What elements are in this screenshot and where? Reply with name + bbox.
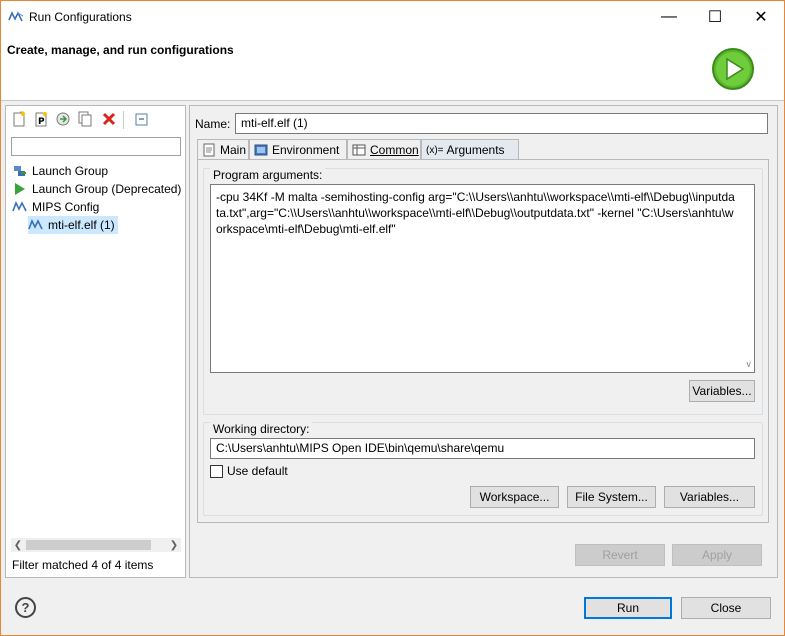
file-system-button[interactable]: File System...	[567, 486, 656, 508]
program-arguments-text: -cpu 34Kf -M malta -semihosting-config a…	[216, 190, 735, 236]
apply-button-label: Apply	[701, 548, 733, 562]
mips-icon	[12, 199, 28, 215]
scroll-right-icon[interactable]: ❯	[167, 538, 181, 552]
maximize-icon: ☐	[707, 9, 723, 26]
variables-button[interactable]: Variables...	[689, 380, 755, 402]
minimize-button[interactable]: —	[646, 1, 692, 33]
tree-item-mips-config[interactable]: MIPS Config	[12, 198, 99, 216]
tree-item-label: mti-elf.elf (1)	[48, 218, 115, 232]
close-icon: ✕	[754, 9, 768, 26]
working-directory-label: Working directory:	[210, 422, 313, 436]
environment-tab-icon	[254, 143, 268, 157]
new-prototype-icon[interactable]: P	[33, 111, 51, 129]
scroll-left-icon[interactable]: ❮	[11, 538, 25, 552]
tab-label: Main	[220, 143, 247, 157]
filter-status: Filter matched 4 of 4 items	[12, 558, 154, 572]
window-title: Run Configurations	[29, 10, 132, 24]
name-input[interactable]: mti-elf.elf (1)	[235, 113, 768, 134]
app-icon	[8, 10, 24, 24]
tab-main[interactable]: Main	[197, 139, 249, 160]
launch-group-icon	[12, 163, 28, 179]
tree-item-label: MIPS Config	[32, 200, 100, 214]
mips-icon	[28, 217, 44, 233]
tree-item-launch-group[interactable]: Launch Group	[12, 162, 108, 180]
duplicate-icon[interactable]	[77, 111, 95, 129]
working-directory-input[interactable]: C:\Users\anhtu\MIPS Open IDE\bin\qemu\sh…	[210, 438, 755, 459]
collapse-all-icon[interactable]	[133, 111, 151, 129]
tab-label: Environment	[272, 143, 340, 157]
file-system-button-label: File System...	[575, 490, 648, 504]
use-default-label: Use default	[227, 464, 288, 478]
new-configuration-icon[interactable]	[11, 111, 29, 129]
tab-arguments[interactable]: (x)= Arguments	[421, 139, 519, 160]
close-button-label: Close	[710, 601, 742, 615]
workspace-button-label: Workspace...	[479, 490, 550, 504]
run-button[interactable]: Run	[584, 597, 672, 619]
program-arguments-textarea[interactable]: -cpu 34Kf -M malta -semihosting-config a…	[210, 184, 755, 373]
tree-item-mti-elf[interactable]: mti-elf.elf (1)	[28, 216, 118, 234]
tree-item-label: Launch Group (Deprecated)	[32, 182, 182, 196]
maximize-button[interactable]: ☐	[692, 1, 738, 33]
minimize-icon: —	[661, 8, 677, 25]
use-default-checkbox[interactable]: Use default	[210, 464, 288, 478]
tab-label: Arguments	[446, 143, 505, 157]
filter-input[interactable]	[11, 137, 181, 156]
tree-item-launch-group-deprecated[interactable]: Launch Group (Deprecated)	[12, 180, 181, 198]
scroll-thumb[interactable]	[26, 540, 151, 550]
run-configurations-window: Run Configurations — ☐ ✕ Create, manage,…	[0, 0, 785, 636]
checkbox-box[interactable]	[210, 464, 223, 478]
svg-text:P: P	[38, 117, 45, 127]
main-tab-icon	[202, 143, 216, 157]
title-bar: Run Configurations — ☐ ✕	[1, 1, 784, 33]
variables-button-label: Variables...	[692, 384, 752, 398]
variables-button-label: Variables...	[679, 490, 740, 504]
configuration-list-panel: P Launch Group Launch Group (Deprecated)	[5, 105, 186, 578]
horizontal-scrollbar[interactable]: ❮ ❯	[11, 538, 181, 552]
common-tab-icon	[352, 143, 366, 157]
toolbar-separator	[123, 111, 125, 129]
tree-item-label: Launch Group	[32, 164, 109, 178]
run-banner-icon	[711, 47, 755, 91]
tab-common[interactable]: Common	[347, 139, 421, 160]
configuration-editor-panel: Name: mti-elf.elf (1) Main Environment C…	[189, 105, 778, 578]
run-arrow-icon	[12, 181, 28, 197]
workspace-button[interactable]: Workspace...	[470, 486, 559, 508]
name-label: Name:	[195, 117, 231, 131]
apply-button[interactable]: Apply	[672, 544, 762, 566]
delete-icon[interactable]	[101, 111, 119, 129]
tab-label: Common	[370, 143, 419, 157]
revert-button-label: Revert	[602, 548, 638, 562]
run-button-label: Run	[616, 601, 639, 615]
dialog-header: Create, manage, and run configurations	[1, 33, 784, 101]
arguments-tab-icon: (x)=	[426, 144, 444, 156]
revert-button[interactable]: Revert	[575, 544, 665, 566]
close-button[interactable]: Close	[681, 597, 771, 619]
program-arguments-label: Program arguments:	[210, 168, 326, 182]
help-icon[interactable]: ?	[15, 597, 36, 618]
close-window-button[interactable]: ✕	[738, 1, 784, 33]
export-configuration-icon[interactable]	[55, 111, 73, 129]
tab-environment[interactable]: Environment	[249, 139, 347, 160]
scroll-down-icon[interactable]: ∨	[745, 359, 752, 370]
arguments-tab-content: Program arguments: -cpu 34Kf -M malta -s…	[197, 159, 769, 523]
header-title: Create, manage, and run configurations	[7, 43, 234, 57]
variables-working-dir-button[interactable]: Variables...	[664, 486, 755, 508]
